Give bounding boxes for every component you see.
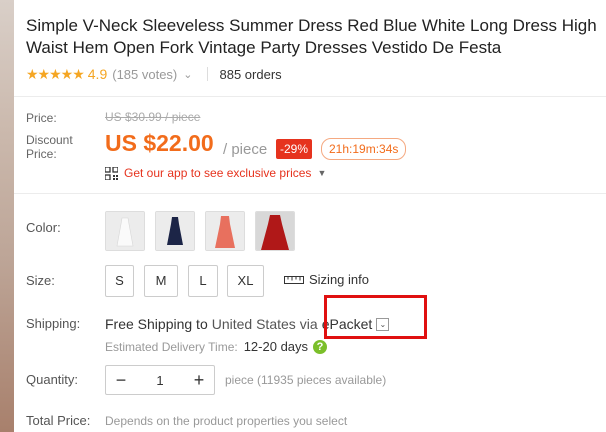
price-label: Price: [26, 111, 57, 125]
help-icon[interactable]: ? [313, 339, 328, 354]
quantity-available: piece (11935 pieces available) [225, 373, 387, 387]
sizing-info-link[interactable]: Sizing info [284, 272, 369, 287]
color-option-coral[interactable] [205, 211, 245, 251]
delivery-days: 12-20 days [243, 339, 309, 354]
sizing-info-text: Sizing info [309, 272, 369, 287]
size-option-l[interactable]: L [188, 265, 218, 297]
quantity-input[interactable]: 1 [136, 373, 184, 388]
size-option-s[interactable]: S [105, 265, 134, 297]
discount-price-label: Discount Price: [26, 133, 73, 161]
color-label: Color: [26, 220, 61, 235]
star-rating-icon: ★★★★★ [26, 65, 85, 82]
qr-code-icon [105, 166, 118, 180]
original-price: US $30.99 / piece [105, 110, 201, 124]
orders-count: 885 orders [219, 66, 282, 82]
size-option-m[interactable]: M [144, 265, 178, 297]
discount-price: US $22.00 [105, 130, 214, 156]
total-price-label: Total Price: [26, 413, 91, 428]
free-shipping-text: Free Shipping to [105, 316, 208, 332]
color-option-red[interactable] [255, 211, 295, 251]
product-title: Simple V-Neck Sleeveless Summer Dress Re… [26, 16, 597, 57]
rating-row: ★★★★★ 4.9 (185 votes) ⌄ 885 orders [26, 64, 282, 84]
price-unit: / piece [223, 141, 268, 158]
color-option-white[interactable] [105, 211, 145, 251]
delivery-label: Estimated Delivery Time: [105, 339, 238, 354]
size-option-xl[interactable]: XL [227, 265, 264, 297]
shipping-country[interactable]: United States [212, 316, 296, 332]
size-label: Size: [26, 273, 55, 288]
quantity-stepper: − 1 + [105, 365, 215, 395]
shipping-via: via [299, 316, 318, 332]
estimated-delivery: Estimated Delivery Time: 12-20 days ? [105, 339, 328, 354]
ruler-icon [284, 275, 304, 284]
rating-value: 4.9 [87, 66, 108, 82]
caret-down-icon: ▼ [317, 168, 327, 178]
color-option-navy[interactable] [155, 211, 195, 251]
chevron-down-icon[interactable]: ⌄ [183, 68, 192, 81]
countdown-timer: 21h:19m:34s [321, 138, 407, 160]
divider [206, 67, 208, 81]
shipping-label: Shipping: [26, 316, 81, 331]
quantity-decrease-button[interactable]: − [106, 366, 136, 394]
votes-link[interactable]: (185 votes) [112, 67, 177, 82]
total-price-note: Depends on the product properties you se… [105, 414, 348, 428]
quantity-increase-button[interactable]: + [184, 366, 214, 394]
highlight-box [324, 295, 427, 339]
product-detail-panel: Simple V-Neck Sleeveless Summer Dress Re… [14, 0, 606, 432]
quantity-label: Quantity: [26, 372, 79, 387]
discount-badge: -29% [276, 139, 313, 159]
app-promo-link[interactable]: Get our app to see exclusive prices ▼ [105, 166, 326, 180]
background-image-strip [0, 0, 14, 432]
app-promo-text: Get our app to see exclusive prices [124, 166, 312, 180]
